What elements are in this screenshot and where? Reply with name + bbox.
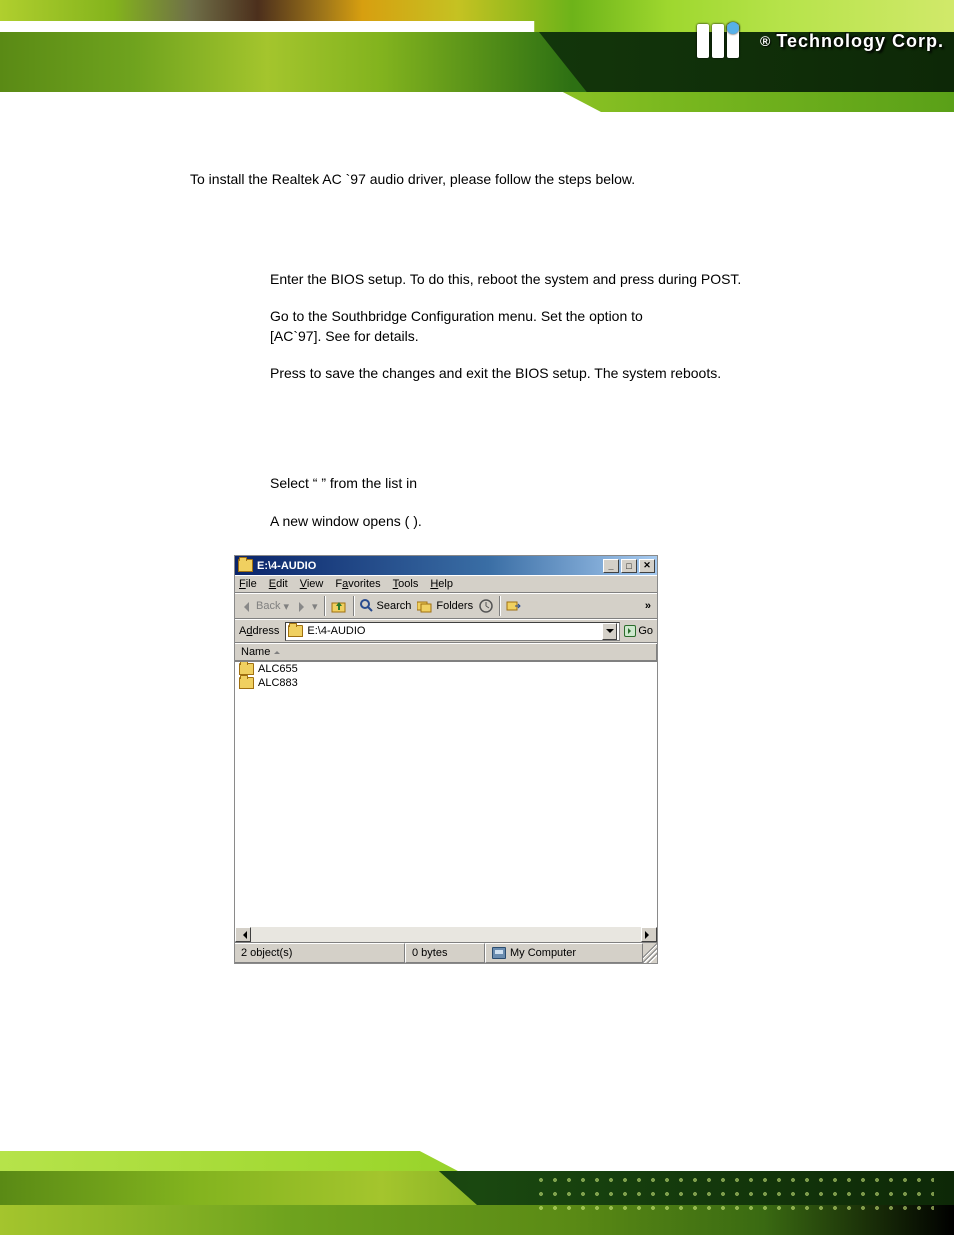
go-label: Go [638, 625, 653, 637]
folders-icon [417, 599, 433, 613]
history-button[interactable] [479, 599, 493, 613]
step-text: A new window opens ( [270, 513, 409, 529]
column-label: Name [241, 646, 270, 658]
menu-favorites[interactable]: Favorites [335, 578, 380, 590]
scroll-track[interactable] [251, 927, 641, 942]
separator [324, 596, 325, 616]
step-text: for details. [354, 328, 419, 344]
list-item[interactable]: ALC883 [235, 676, 657, 690]
step-text: Select “ [270, 475, 317, 491]
menu-view[interactable]: View [300, 578, 324, 590]
minimize-button[interactable]: _ [603, 559, 619, 573]
bios-steps: Enter the BIOS setup. To do this, reboot… [270, 270, 864, 384]
list-header: Name [235, 643, 657, 661]
search-icon [360, 599, 374, 613]
status-objects: 2 object(s) [235, 943, 405, 963]
search-button[interactable]: Search [360, 599, 412, 613]
step-text: to save the changes and exit the BIOS se… [310, 365, 721, 381]
back-button[interactable]: Back ▾ [239, 600, 289, 613]
horizontal-scrollbar[interactable] [235, 926, 657, 942]
separator [353, 596, 354, 616]
menu-bar: File Edit View Favorites Tools Help [235, 575, 657, 593]
move-to-button[interactable] [506, 599, 522, 613]
explorer-window: E:\4-AUDIO _ □ ✕ File Edit View Favorite… [234, 555, 658, 964]
folder-icon [238, 559, 253, 572]
go-button[interactable]: Go [624, 625, 653, 637]
banner-stripe [0, 1151, 954, 1171]
step-line: Press to save the changes and exit the B… [270, 364, 864, 384]
history-icon [479, 599, 493, 613]
folder-icon [239, 677, 254, 689]
banner-stripe [0, 92, 954, 112]
folder-icon [239, 663, 254, 675]
step-line: A new window opens ( ). [270, 512, 864, 532]
file-name: ALC883 [258, 677, 298, 689]
address-label: Address [239, 625, 279, 637]
back-icon [239, 600, 253, 612]
up-folder-icon [331, 598, 347, 614]
window-title: E:\4-AUDIO [257, 560, 601, 572]
resize-grip[interactable] [643, 943, 657, 963]
step-text: ” from the list in [321, 475, 417, 491]
intro-text: To install the Realtek AC `97 audio driv… [190, 170, 864, 190]
forward-button[interactable]: ▾ [295, 600, 318, 613]
folders-label: Folders [436, 600, 473, 612]
step-line: Enter the BIOS setup. To do this, reboot… [270, 270, 864, 290]
status-bar: 2 object(s) 0 bytes My Computer [235, 942, 657, 963]
page-content: To install the Realtek AC `97 audio driv… [190, 170, 864, 964]
scroll-left-button[interactable] [235, 927, 251, 942]
list-item[interactable]: ALC655 [235, 662, 657, 676]
separator [499, 596, 500, 616]
status-location: My Computer [485, 943, 643, 963]
up-button[interactable] [331, 598, 347, 614]
step-text: during POST. [658, 271, 741, 287]
step-text: [AC`97]. See [270, 328, 354, 344]
scroll-right-button[interactable] [641, 927, 657, 942]
install-steps: Select “ ” from the list in A new window… [270, 474, 864, 531]
step-line: Go to the Southbridge Configuration menu… [270, 307, 864, 346]
circuit-pattern [534, 1173, 934, 1217]
menu-tools[interactable]: Tools [393, 578, 419, 590]
back-label: Back [256, 600, 280, 612]
address-dropdown[interactable] [602, 623, 617, 640]
maximize-button[interactable]: □ [621, 559, 637, 573]
step-text: ). [413, 513, 422, 529]
top-banner: ® Technology Corp. [0, 0, 954, 130]
go-icon [624, 625, 636, 637]
status-bytes: 0 bytes [405, 943, 485, 963]
toolbar: Back ▾ ▾ Search Folders » [235, 593, 657, 619]
step-text: Go to the Southbridge Configuration menu… [270, 308, 589, 324]
step-text: Press [270, 365, 310, 381]
titlebar[interactable]: E:\4-AUDIO _ □ ✕ [235, 556, 657, 575]
search-label: Search [377, 600, 412, 612]
step-text: option to [589, 308, 643, 324]
folders-button[interactable]: Folders [417, 599, 473, 613]
step-text: Enter the BIOS setup. To do this, reboot… [270, 271, 658, 287]
address-input[interactable]: E:\4-AUDIO [285, 622, 620, 641]
address-value: E:\4-AUDIO [307, 625, 365, 637]
iei-logo-icon [697, 24, 754, 58]
move-to-icon [506, 599, 522, 613]
column-name[interactable]: Name [235, 644, 657, 660]
toolbar-overflow[interactable]: » [645, 600, 653, 612]
menu-edit[interactable]: Edit [269, 578, 288, 590]
brand-text: Technology Corp. [776, 31, 944, 52]
step-line: Select “ ” from the list in [270, 474, 864, 494]
menu-file[interactable]: File [239, 578, 257, 590]
menu-help[interactable]: Help [430, 578, 453, 590]
file-list[interactable]: ALC655 ALC883 [235, 661, 657, 926]
forward-icon [295, 600, 309, 612]
file-name: ALC655 [258, 663, 298, 675]
close-button[interactable]: ✕ [639, 559, 655, 573]
brand-logo: ® Technology Corp. [697, 24, 944, 58]
registered-mark: ® [760, 33, 770, 49]
status-location-text: My Computer [510, 947, 576, 959]
address-bar: Address E:\4-AUDIO Go [235, 619, 657, 643]
folder-icon [288, 625, 303, 637]
bottom-banner [0, 1125, 954, 1235]
sort-asc-icon [274, 648, 280, 654]
computer-icon [492, 947, 506, 959]
